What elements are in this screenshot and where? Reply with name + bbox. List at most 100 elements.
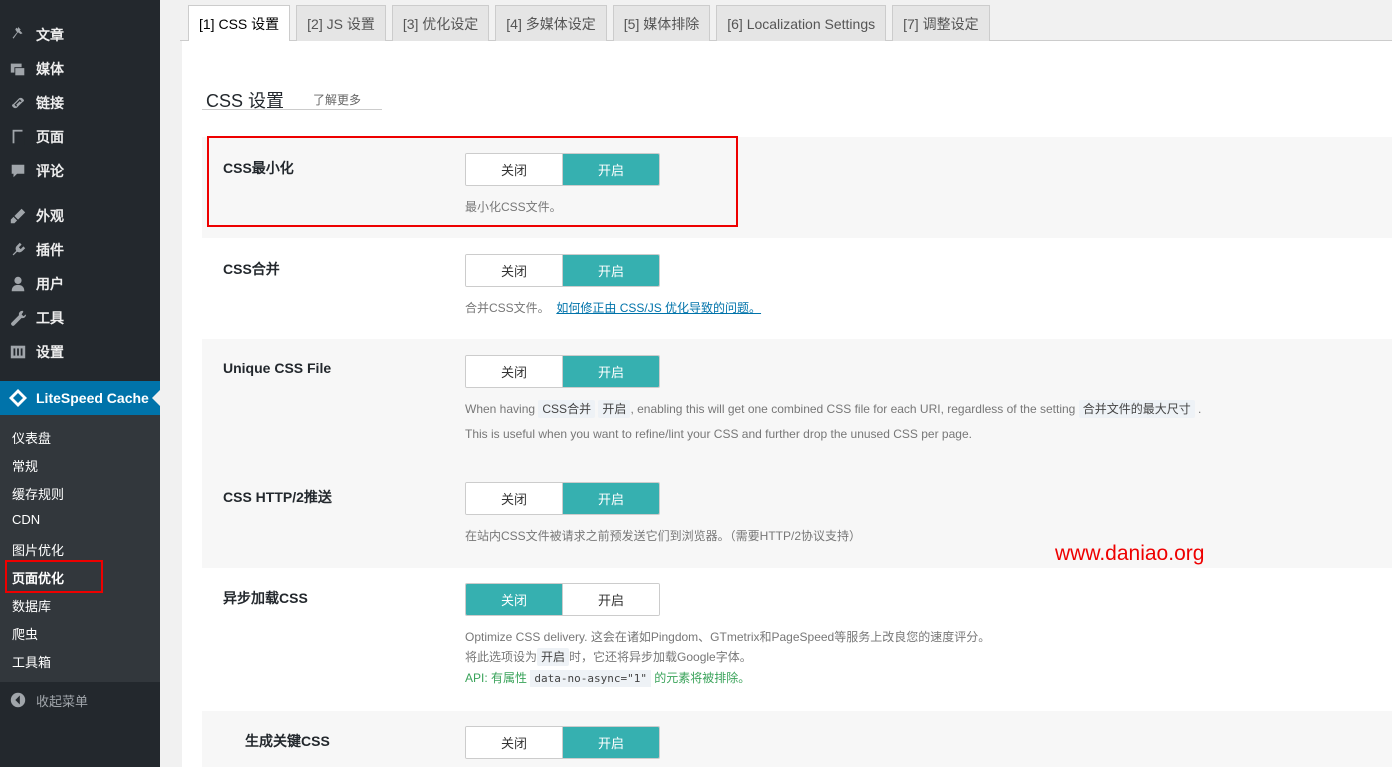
submenu-item-dashboard[interactable]: 仪表盘 bbox=[12, 428, 51, 447]
main-content: [1] CSS 设置 [2] JS 设置 [3] 优化设定 [4] 多媒体设定 … bbox=[160, 0, 1392, 767]
menu-item-posts[interactable]: 文章 bbox=[0, 18, 160, 52]
menu-item-media[interactable]: 媒体 bbox=[0, 52, 160, 86]
css-combine-toggle: 关闭 开启 bbox=[465, 254, 660, 287]
litespeed-submenu: 仪表盘 常规 缓存规则 CDN 图片优化 页面优化 数据库 爬虫 工具箱 bbox=[0, 415, 160, 682]
submenu-item-image-optimization[interactable]: 图片优化 bbox=[12, 540, 64, 559]
api-note: API: 有属性 data-no-async="1" 的元素将被排除。 bbox=[465, 669, 751, 687]
tab-js-settings[interactable]: [2] JS 设置 bbox=[296, 5, 386, 41]
setting-group-shaded: Unique CSS File 关闭 开启 When having CSS合并 … bbox=[202, 339, 1392, 568]
tab-media[interactable]: [4] 多媒体设定 bbox=[495, 5, 607, 41]
learn-more-link[interactable]: 了解更多 bbox=[313, 91, 361, 108]
toggle-off-button[interactable]: 关闭 bbox=[466, 483, 562, 514]
menu-item-label: 插件 bbox=[36, 242, 64, 258]
tab-localization[interactable]: [6] Localization Settings bbox=[716, 5, 887, 41]
async-css-toggle: 关闭 开启 bbox=[465, 583, 660, 616]
description-text: 合并CSS文件。 bbox=[465, 301, 550, 315]
watermark-text: www.daniao.org bbox=[1055, 542, 1205, 565]
menu-item-plugins[interactable]: 插件 bbox=[0, 233, 160, 267]
highlight-box-css-minify bbox=[207, 136, 738, 227]
menu-item-litespeed-cache[interactable]: LiteSpeed Cache bbox=[0, 381, 160, 415]
settings-icon bbox=[0, 343, 36, 361]
collapse-arrow-icon bbox=[0, 691, 36, 709]
setting-label: CSS合并 bbox=[223, 261, 280, 277]
wrench-icon bbox=[0, 309, 36, 327]
submenu-item-general[interactable]: 常规 bbox=[12, 456, 38, 475]
toggle-off-button[interactable]: 关闭 bbox=[466, 727, 562, 758]
submenu-item-cache[interactable]: 缓存规则 bbox=[12, 484, 64, 503]
description-text: When having bbox=[465, 402, 536, 416]
toggle-on-button[interactable]: 开启 bbox=[562, 727, 659, 758]
menu-item-appearance[interactable]: 外观 bbox=[0, 199, 160, 233]
toggle-on-button[interactable]: 开启 bbox=[562, 356, 659, 387]
setting-description: When having CSS合并 开启, enabling this will… bbox=[465, 400, 1202, 418]
toggle-on-button[interactable]: 开启 bbox=[562, 584, 659, 615]
code-tag: 合并文件的最大尺寸 bbox=[1078, 400, 1195, 418]
collapse-menu-button[interactable]: 收起菜单 bbox=[0, 688, 160, 712]
admin-sidebar: 文章 媒体 链接 页面 评论 外观 插件 用户 工具 设置 LiteSpeed … bbox=[0, 0, 160, 767]
tab-media-excludes[interactable]: [5] 媒体排除 bbox=[612, 5, 711, 41]
user-icon bbox=[0, 275, 36, 293]
menu-item-label: 设置 bbox=[36, 344, 64, 360]
menu-item-label: 媒体 bbox=[36, 61, 64, 77]
appearance-icon bbox=[0, 207, 36, 225]
menu-item-label: 文章 bbox=[36, 27, 64, 43]
setting-label: 异步加载CSS bbox=[223, 590, 308, 606]
submenu-item-crawler[interactable]: 爬虫 bbox=[12, 624, 38, 643]
submenu-item-database[interactable]: 数据库 bbox=[12, 596, 51, 615]
api-text: 的元素将被排除。 bbox=[654, 671, 751, 685]
critical-css-toggle: 关闭 开启 bbox=[465, 726, 660, 759]
litespeed-diamond-icon bbox=[0, 388, 36, 408]
link-icon bbox=[0, 94, 36, 112]
setting-label: Unique CSS File bbox=[223, 360, 332, 376]
media-icon bbox=[0, 60, 36, 78]
menu-item-links[interactable]: 链接 bbox=[0, 86, 160, 120]
css-http2-push-toggle: 关闭 开启 bbox=[465, 482, 660, 515]
menu-item-users[interactable]: 用户 bbox=[0, 267, 160, 301]
toggle-on-button[interactable]: 开启 bbox=[562, 255, 659, 286]
settings-tabs: [1] CSS 设置 [2] JS 设置 [3] 优化设定 [4] 多媒体设定 … bbox=[188, 5, 990, 42]
plugin-icon bbox=[0, 241, 36, 259]
title-underline bbox=[202, 109, 382, 110]
tab-optimization[interactable]: [3] 优化设定 bbox=[391, 5, 490, 41]
code-tag: 开启 bbox=[598, 400, 631, 418]
help-link[interactable]: 如何修正由 CSS/JS 优化导致的问题。 bbox=[556, 301, 761, 315]
unique-css-toggle: 关闭 开启 bbox=[465, 355, 660, 388]
code-tag: 开启 bbox=[537, 648, 570, 666]
menu-item-settings[interactable]: 设置 bbox=[0, 335, 160, 369]
highlight-box-submenu bbox=[5, 560, 103, 593]
setting-description: 合并CSS文件。 如何修正由 CSS/JS 优化导致的问题。 bbox=[465, 299, 761, 316]
submenu-item-cdn[interactable]: CDN bbox=[12, 512, 40, 527]
setting-label: 生成关键CSS bbox=[245, 733, 330, 749]
setting-label: CSS HTTP/2推送 bbox=[223, 489, 332, 505]
tab-tuning[interactable]: [7] 调整设定 bbox=[892, 5, 990, 41]
menu-item-label: 评论 bbox=[36, 163, 64, 179]
setting-description: Optimize CSS delivery. 这会在诸如Pingdom、GTme… bbox=[465, 630, 991, 644]
toggle-off-button[interactable]: 关闭 bbox=[466, 584, 562, 615]
menu-item-tools[interactable]: 工具 bbox=[0, 301, 160, 335]
collapse-menu-label: 收起菜单 bbox=[36, 693, 89, 709]
description-text: , enabling this will get one combined CS… bbox=[630, 402, 1076, 416]
api-text: API: 有属性 bbox=[465, 671, 528, 685]
setting-row-critical-css: 生成关键CSS 关闭 开启 bbox=[202, 711, 1392, 767]
menu-item-label: 用户 bbox=[36, 276, 64, 292]
page-icon bbox=[0, 128, 36, 146]
toggle-off-button[interactable]: 关闭 bbox=[466, 255, 562, 286]
toggle-off-button[interactable]: 关闭 bbox=[466, 356, 562, 387]
submenu-item-toolbox[interactable]: 工具箱 bbox=[12, 652, 51, 671]
tab-css-settings[interactable]: [1] CSS 设置 bbox=[188, 5, 291, 42]
settings-panel: CSS 设置 了解更多 CSS最小化 关闭 开启 最小化CSS文件。 CSS合并… bbox=[182, 41, 1392, 767]
menu-item-pages[interactable]: 页面 bbox=[0, 120, 160, 154]
menu-item-label: LiteSpeed Cache bbox=[36, 390, 149, 406]
active-arrow bbox=[152, 390, 160, 406]
setting-row-css-combine: CSS合并 关闭 开启 合并CSS文件。 如何修正由 CSS/JS 优化导致的问… bbox=[202, 238, 1392, 339]
menu-item-comments[interactable]: 评论 bbox=[0, 154, 160, 188]
description-text: 将此选项设为 bbox=[465, 650, 538, 664]
toggle-on-button[interactable]: 开启 bbox=[562, 483, 659, 514]
description-text: 时，它还将异步加载Google字体。 bbox=[569, 650, 752, 664]
description-text: . bbox=[1198, 402, 1202, 416]
code-tag: data-no-async="1" bbox=[530, 670, 651, 687]
setting-row-async-css: 异步加载CSS 关闭 开启 Optimize CSS delivery. 这会在… bbox=[202, 568, 1392, 711]
setting-description: 在站内CSS文件被请求之前预发送它们到浏览器。（需要HTTP/2协议支持） bbox=[465, 529, 862, 543]
code-tag: CSS合并 bbox=[538, 400, 596, 418]
menu-item-label: 页面 bbox=[36, 129, 64, 145]
